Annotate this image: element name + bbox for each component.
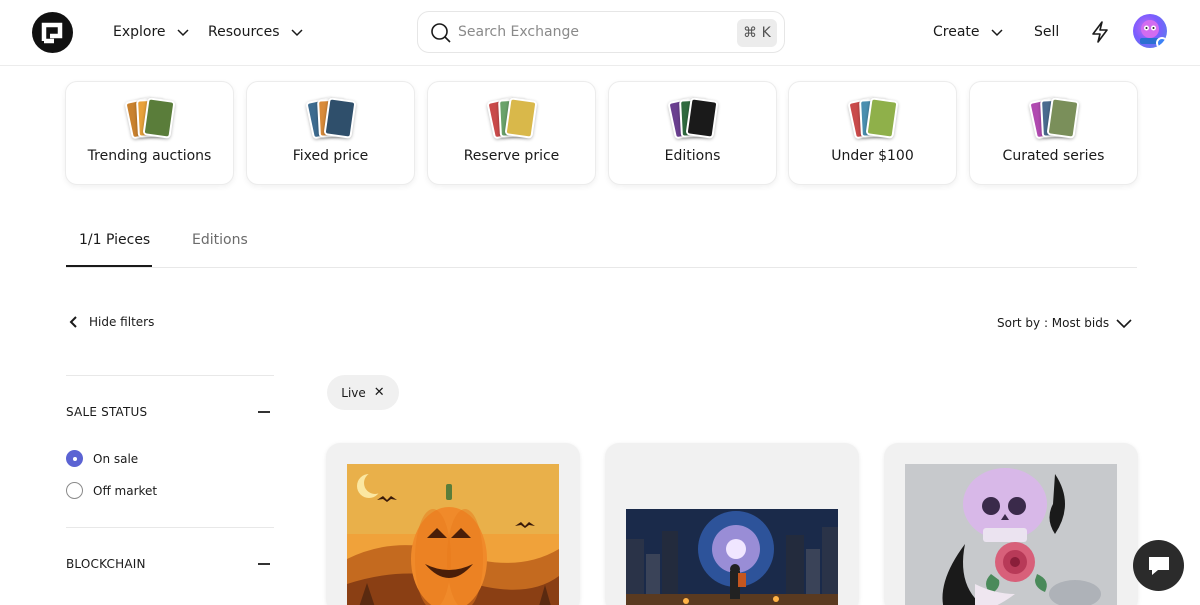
active-tab-indicator — [66, 265, 152, 267]
chevron-left-icon — [69, 316, 77, 328]
city-portal-artwork-image — [626, 509, 838, 605]
sort-dropdown[interactable]: Sort by : Most bids — [997, 316, 1133, 330]
nav-explore-label: Explore — [113, 24, 166, 40]
collapse-minus-icon[interactable] — [258, 563, 270, 565]
verified-badge-icon — [1156, 37, 1167, 48]
artwork-image — [347, 464, 559, 605]
chevron-down-icon — [1116, 319, 1132, 329]
nav-resources[interactable]: Resources — [208, 21, 304, 43]
sell-label: Sell — [1034, 24, 1060, 40]
option-label: On sale — [93, 451, 139, 466]
chip-label: Live — [341, 385, 366, 400]
radio-button-checked[interactable] — [66, 450, 83, 467]
category-card-fixed-price[interactable]: Fixed price — [246, 81, 415, 185]
category-card-curated-series[interactable]: Curated series — [969, 81, 1138, 185]
category-thumbnail-stack — [305, 96, 357, 140]
blockchain-heading: BLOCKCHAIN — [66, 557, 146, 571]
top-header: Explore Resources Search Exchange ⌘ K Cr… — [0, 0, 1200, 66]
hide-filters-button[interactable]: Hide filters — [67, 315, 154, 329]
category-thumbnail-stack — [1028, 96, 1080, 140]
tab-1-1-pieces[interactable]: 1/1 Pieces — [79, 232, 150, 248]
category-label: Trending auctions — [87, 148, 212, 164]
chevron-down-icon — [991, 29, 1003, 37]
chat-bubble-icon — [1148, 556, 1169, 575]
sort-label: Sort by : Most bids — [997, 316, 1110, 330]
collapse-minus-icon[interactable] — [258, 411, 270, 413]
search-input[interactable]: Search Exchange ⌘ K — [417, 11, 785, 53]
category-label: Curated series — [1002, 148, 1105, 164]
tab-editions[interactable]: Editions — [192, 232, 248, 248]
category-card-under-100[interactable]: Under $100 — [788, 81, 957, 185]
nav-resources-label: Resources — [208, 24, 280, 40]
category-cards: Trending auctions Fixed price Reserve pr… — [65, 81, 1138, 185]
sale-status-option-off-market[interactable]: Off market — [66, 482, 157, 499]
category-thumbnail-stack — [847, 96, 899, 140]
sidebar-divider — [66, 527, 274, 528]
category-thumbnail-stack — [486, 96, 538, 140]
piece-type-tabs: 1/1 Pieces Editions — [66, 222, 1137, 268]
create-label: Create — [933, 24, 980, 40]
artwork-card[interactable] — [605, 443, 859, 605]
category-label: Reserve price — [463, 148, 560, 164]
category-label: Under $100 — [831, 148, 914, 164]
option-label: Off market — [93, 483, 158, 498]
nav-explore[interactable]: Explore — [113, 21, 190, 43]
artwork-card[interactable] — [326, 443, 580, 605]
artwork-image — [626, 509, 838, 605]
sidebar-divider — [66, 375, 274, 376]
category-thumbnail-stack — [124, 96, 176, 140]
sale-status-option-on-sale[interactable]: On sale — [66, 450, 138, 467]
artwork-card[interactable] — [884, 443, 1138, 605]
search-placeholder: Search Exchange — [458, 24, 579, 40]
create-menu[interactable]: Create — [933, 21, 1004, 43]
search-shortcut-badge: ⌘ K — [737, 19, 777, 47]
category-card-reserve-price[interactable]: Reserve price — [427, 81, 596, 185]
chat-support-button[interactable] — [1133, 540, 1184, 591]
exchange-logo-icon[interactable] — [32, 12, 73, 53]
search-icon — [431, 23, 451, 43]
category-card-trending-auctions[interactable]: Trending auctions — [65, 81, 234, 185]
skull-roses-artwork-image — [905, 464, 1117, 605]
artwork-image — [905, 464, 1117, 605]
sale-status-heading: SALE STATUS — [66, 405, 148, 419]
category-card-editions[interactable]: Editions — [608, 81, 777, 185]
pumpkin-artwork-image — [347, 464, 559, 605]
hide-filters-label: Hide filters — [89, 315, 155, 329]
sell-link[interactable]: Sell — [1034, 21, 1059, 43]
chevron-down-icon — [290, 29, 303, 37]
chevron-down-icon — [177, 29, 189, 37]
user-avatar[interactable] — [1133, 14, 1167, 48]
category-label: Fixed price — [292, 148, 369, 164]
close-icon[interactable]: ✕ — [374, 385, 385, 400]
radio-button[interactable] — [66, 482, 83, 499]
category-thumbnail-stack — [667, 96, 719, 140]
category-label: Editions — [664, 148, 721, 164]
lightning-icon[interactable] — [1089, 20, 1111, 44]
active-filter-chip: Live ✕ — [327, 375, 399, 410]
